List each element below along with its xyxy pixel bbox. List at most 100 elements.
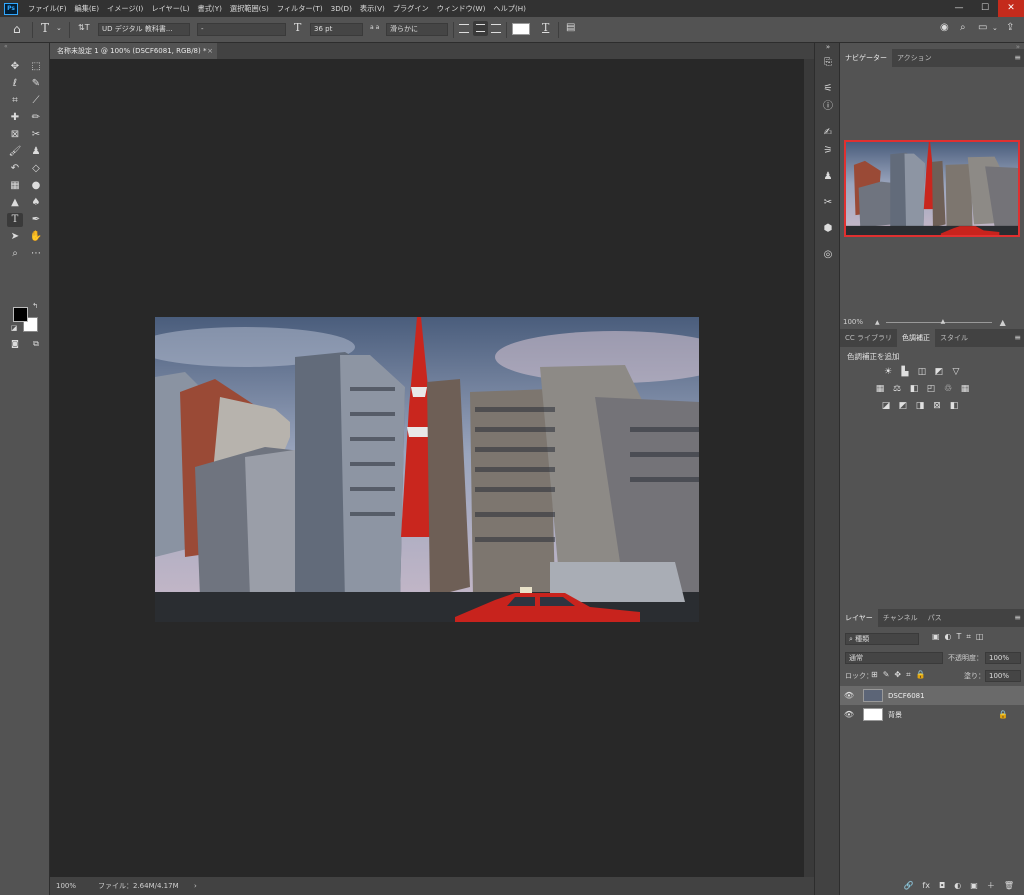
delete-layer-icon[interactable]: 🗑 [1004, 881, 1014, 890]
menu-image[interactable]: イメージ(I) [103, 4, 147, 14]
close-tab-icon[interactable]: × [207, 43, 213, 59]
search-icon[interactable]: ⌕ [960, 22, 966, 33]
menu-filter[interactable]: フィルター(T) [273, 4, 327, 14]
align-right-icon[interactable] [491, 24, 501, 33]
panel-expand-icon[interactable]: » [820, 43, 836, 51]
channel-mixer-icon[interactable]: ♲ [942, 383, 954, 395]
workspace-icon[interactable]: ▭ [978, 22, 987, 33]
font-style-select[interactable]: - [197, 23, 286, 36]
frame-tool-icon[interactable]: ⊠ [7, 128, 23, 142]
menu-plugins[interactable]: プラグイン [389, 4, 433, 14]
adjustment-layer-icon[interactable]: ◐ [954, 881, 961, 890]
foreground-color-swatch[interactable] [13, 307, 28, 322]
color-balance-icon[interactable]: ⚖ [891, 383, 903, 395]
canvas-area[interactable] [50, 59, 804, 877]
exposure-icon[interactable]: ◩ [933, 366, 945, 378]
character-panel-icon[interactable]: ▤ [566, 22, 575, 33]
align-center-icon[interactable] [473, 21, 488, 36]
add-mask-icon[interactable]: ◘ [939, 881, 945, 890]
clone-stamp-icon[interactable]: ♟ [28, 145, 44, 159]
type-tool-preset-icon[interactable]: T [41, 21, 49, 35]
menu-edit[interactable]: 編集(E) [71, 4, 104, 14]
align-left-icon[interactable] [459, 24, 469, 33]
share-icon[interactable]: ⇪ [1006, 22, 1014, 33]
eyedropper-tool-icon[interactable]: ⟋ [28, 94, 44, 108]
minimize-button[interactable]: — [946, 0, 972, 17]
home-icon[interactable]: ⌂ [13, 22, 21, 36]
healing-brush-icon[interactable]: ✚ [7, 111, 23, 125]
zoom-out-icon[interactable]: ▲ [875, 319, 880, 326]
lasso-tool-icon[interactable]: ℓ [7, 77, 23, 91]
selective-color-icon[interactable]: ⊠ [931, 400, 943, 412]
clone-source-icon[interactable]: ♟ [820, 169, 836, 185]
navigator-zoom-value[interactable]: 100% [843, 318, 875, 326]
eraser-tool-icon[interactable]: ◇ [28, 162, 44, 176]
pencil-tool-icon[interactable]: ✏ [28, 111, 44, 125]
content-aware-move-icon[interactable]: ✂ [28, 128, 44, 142]
toolbar-collapse[interactable]: « [4, 43, 46, 51]
layer-lock-icon[interactable]: 🔒 [998, 710, 1008, 719]
levels-icon[interactable]: ▙ [899, 366, 911, 378]
menu-type[interactable]: 書式(Y) [194, 4, 226, 14]
cloud-doc-icon[interactable]: ◉ [940, 22, 949, 33]
document-tab[interactable]: 名称未設定 1 @ 100% (DSCF6081, RGB/8) * × [50, 43, 217, 59]
layer-filter-icons[interactable]: ▣◐T⌗◫ [932, 632, 989, 642]
text-color-swatch[interactable] [512, 23, 530, 35]
black-white-icon[interactable]: ◧ [908, 383, 920, 395]
menu-layer[interactable]: レイヤー(L) [147, 4, 193, 14]
layer-row[interactable]: 👁 DSCF6081 [840, 686, 1024, 705]
fill-input[interactable]: 100% [985, 670, 1021, 682]
font-size-select[interactable]: 36 pt [310, 23, 363, 36]
blend-mode-select[interactable]: 通常 [845, 652, 943, 664]
move-tool-icon[interactable]: ✥ [7, 60, 23, 74]
hue-saturation-icon[interactable]: ▦ [874, 383, 886, 395]
tab-cc-libraries[interactable]: CC ライブラリ [840, 329, 897, 347]
tool-presets-icon[interactable]: ✂ [820, 195, 836, 211]
tab-paths[interactable]: パス [923, 609, 947, 627]
tab-styles[interactable]: スタイル [935, 329, 973, 347]
lock-icons[interactable]: ⊞✎✥⌗🔒 [871, 670, 931, 680]
brightness-icon[interactable]: ☀ [882, 366, 894, 378]
gradient-map-icon[interactable]: ◧ [948, 400, 960, 412]
zoom-readout[interactable]: 100% [56, 882, 96, 890]
menu-select[interactable]: 選択範囲(S) [226, 4, 273, 14]
default-colors-icon[interactable]: ◪ [9, 323, 19, 333]
visibility-eye-icon[interactable]: 👁 [840, 710, 858, 719]
link-layers-icon[interactable]: 🔗 [903, 881, 913, 890]
photo-filter-icon[interactable]: ◰ [925, 383, 937, 395]
properties-panel-icon[interactable]: ⚟ [820, 81, 836, 97]
navigator-preview[interactable] [844, 140, 1020, 237]
tab-navigator[interactable]: ナビゲーター [840, 49, 892, 67]
screen-mode-icon[interactable]: ⧉ [28, 337, 44, 351]
menu-view[interactable]: 表示(V) [356, 4, 389, 14]
vibrance-icon[interactable]: ▽ [950, 366, 962, 378]
layer-name[interactable]: 背景 [888, 710, 902, 720]
color-lookup-icon[interactable]: ▦ [959, 383, 971, 395]
layer-style-icon[interactable]: fx [922, 881, 930, 890]
new-group-icon[interactable]: ▣ [970, 881, 978, 890]
tab-adjustments[interactable]: 色調補正 [897, 329, 936, 347]
info-panel-icon[interactable]: ⓘ [820, 99, 836, 115]
menu-help[interactable]: ヘルプ(H) [489, 4, 530, 14]
crop-tool-icon[interactable]: ⌗ [7, 94, 23, 108]
swap-colors-icon[interactable]: ↰ [30, 301, 40, 311]
type-tool-icon[interactable]: T [7, 213, 23, 227]
vertical-scrollbar[interactable] [804, 59, 814, 877]
path-selection-icon[interactable]: ➤ [7, 230, 23, 244]
curves-icon[interactable]: ◫ [916, 366, 928, 378]
opacity-input[interactable]: 100% [985, 652, 1021, 664]
chevron-down-icon[interactable]: ⌄ [992, 24, 998, 32]
font-family-select[interactable]: UD デジタル 教科書... [98, 23, 190, 36]
brushes-panel-icon[interactable]: ✍ [820, 125, 836, 141]
pen-dodge-icon[interactable]: ▲ [7, 196, 23, 210]
marquee-tool-icon[interactable]: ⬚ [28, 60, 44, 74]
layer-row[interactable]: 👁 背景 🔒 [840, 705, 1024, 724]
quick-mask-icon[interactable]: ◙ [7, 337, 23, 351]
zoom-slider-thumb[interactable]: ▲ [941, 318, 946, 325]
zoom-tool-icon[interactable]: ⌕ [7, 247, 23, 261]
gradient-tool-icon[interactable]: ▦ [7, 179, 23, 193]
tab-actions[interactable]: アクション [892, 49, 937, 67]
posterize-icon[interactable]: ◩ [897, 400, 909, 412]
warp-text-icon[interactable]: T [542, 21, 549, 34]
3d-panel-icon[interactable]: ⬢ [820, 221, 836, 237]
